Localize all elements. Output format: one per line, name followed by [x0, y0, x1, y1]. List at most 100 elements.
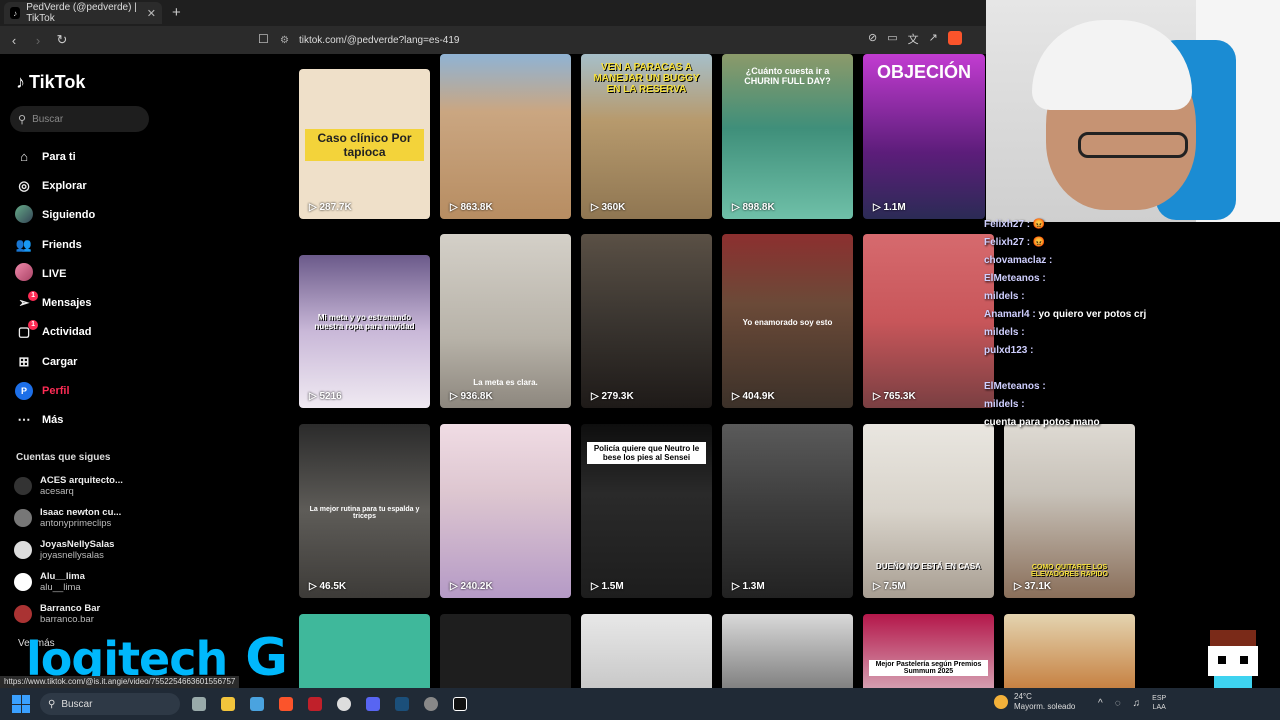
video-card[interactable]: Mi meta y yo estrenando nuestra ropa par…	[299, 255, 430, 408]
tiktok-logo[interactable]: ♪ TikTok	[16, 72, 85, 93]
taskbar-apps	[192, 697, 467, 711]
browser-tab[interactable]: ♪ PedVerde (@pedverde) | TikTok ✕	[4, 2, 162, 24]
upload-icon: ⊞	[18, 353, 30, 369]
video-card[interactable]: OBJECIÓN ▷ 1.1M	[863, 54, 985, 219]
video-card[interactable]	[1004, 614, 1135, 688]
forward-icon[interactable]: ›	[28, 33, 48, 48]
video-card[interactable]: DUEÑO NO ESTÁ EN CASA ▷ 7.5M	[863, 424, 994, 598]
nav-item-live[interactable]: LIVE	[14, 259, 95, 288]
obs-icon[interactable]	[308, 697, 322, 711]
home-icon: ⌂	[20, 149, 28, 165]
steam-icon[interactable]	[395, 697, 409, 711]
back-icon[interactable]: ‹	[4, 33, 24, 48]
following-item[interactable]: Isaac newton cu... antonyprimeclips	[14, 502, 123, 534]
following-item[interactable]: JoyasNellySalas joyasnellysalas	[14, 534, 123, 566]
url-field[interactable]: ⚙ tiktok.com/@pedverde?lang=es-419	[280, 30, 870, 50]
video-card[interactable]: ▷ 1.3M	[722, 424, 853, 598]
chat-line: cuenta para potos mano	[984, 417, 1100, 428]
following-item[interactable]: Barranco Bar barranco.bar	[14, 598, 123, 630]
chevron-up-icon[interactable]: ^	[1098, 698, 1103, 709]
search-input[interactable]: ⚲ Buscar	[10, 106, 149, 132]
taskbar-search[interactable]: ⚲ Buscar	[40, 693, 180, 715]
chat-line: chovamaclaz :	[984, 255, 1053, 266]
translate-icon[interactable]: 文	[908, 31, 919, 47]
video-card[interactable]: ▷ 863.8K	[440, 54, 571, 219]
following-item[interactable]: Alu__lima alu__lima	[14, 566, 123, 598]
sidebar-nav: ⌂ Para ti ◎ Explorar Siguiendo 👥 Friends…	[14, 142, 95, 435]
screenshot-icon[interactable]: ▭	[887, 31, 897, 47]
network-icon[interactable]: ◌	[1115, 698, 1121, 709]
logitech-g-icon: G	[245, 628, 288, 688]
weather-widget[interactable]: 24°C Mayorm. soleado	[994, 692, 1075, 712]
discord-icon[interactable]	[366, 697, 380, 711]
video-card[interactable]: Mejor Pastelería según Premios Summum 20…	[863, 614, 994, 688]
task-view-icon[interactable]	[192, 697, 206, 711]
video-card[interactable]: COMO QUITARTE LOS ELEVADORES RAPIDO ▷ 37…	[1004, 424, 1135, 598]
nav-item-friends[interactable]: 👥 Friends	[14, 230, 95, 259]
chat-line: ElMeteanos :	[984, 273, 1046, 284]
address-bar: ‹ › ↻ ⚙ tiktok.com/@pedverde?lang=es-419	[0, 26, 986, 54]
following-title: Cuentas que sigues	[16, 452, 111, 463]
compass-icon: ◎	[18, 177, 30, 193]
streamer-cap	[1032, 20, 1192, 110]
video-card[interactable]: Yo enamorado soy esto ▷ 404.9K	[722, 234, 853, 408]
new-tab-button[interactable]: +	[172, 4, 181, 21]
video-card[interactable]: ▷ 240.2K	[440, 424, 571, 598]
reader-icon[interactable]: ⊘	[868, 31, 877, 47]
nav-item-explorar[interactable]: ◎ Explorar	[14, 171, 95, 200]
system-tray: ^ ◌ ♫ ESP LAA	[1098, 694, 1166, 712]
account-avatar	[14, 573, 32, 591]
share-icon[interactable]: ↗	[929, 31, 938, 47]
nav-item-mensajes[interactable]: ➢ 1 Mensajes	[14, 288, 95, 317]
reload-icon[interactable]: ↻	[52, 32, 72, 48]
nav-item-perfil[interactable]: P Perfil	[14, 376, 95, 405]
video-card[interactable]: Caso clínico Por tapioca ▷ 287.7K	[299, 69, 430, 219]
video-card[interactable]	[581, 614, 712, 688]
brave-shield-icon[interactable]	[947, 31, 962, 45]
activity-badge: 1	[28, 320, 38, 331]
microphone-icon[interactable]: ♫	[1133, 698, 1141, 709]
tab-close-icon[interactable]: ✕	[147, 7, 156, 20]
chat-line: mildels :	[984, 291, 1025, 302]
nav-item-mas[interactable]: ⋯ Más	[14, 406, 95, 435]
video-card[interactable]	[722, 614, 853, 688]
github-icon[interactable]	[337, 697, 351, 711]
tab-title: PedVerde (@pedverde) | TikTok	[26, 2, 137, 24]
nav-item-siguiendo[interactable]: Siguiendo	[14, 201, 95, 230]
nav-item-para-ti[interactable]: ⌂ Para ti	[14, 142, 95, 171]
windows-taskbar: ⚲ Buscar 24°C Mayorm. soleado ^ ◌ ♫ ESP LA…	[0, 688, 1280, 720]
browser-tab-bar: ♪ PedVerde (@pedverde) | TikTok ✕ +	[0, 0, 986, 26]
video-card[interactable]	[299, 614, 430, 688]
nav-item-actividad[interactable]: ▢ 1 Actividad	[14, 318, 95, 347]
store-icon[interactable]	[250, 697, 264, 711]
capcut-icon[interactable]	[453, 697, 467, 711]
windows-start-icon[interactable]	[12, 695, 30, 713]
nav-item-cargar[interactable]: ⊞ Cargar	[14, 347, 95, 376]
search-icon: ⚲	[48, 698, 56, 710]
webcam-overlay	[986, 0, 1280, 222]
profile-avatar-icon: P	[14, 382, 34, 401]
chat-line: ElMeteanos :	[984, 381, 1046, 392]
video-card[interactable]: Policía quiere que Neutro le bese los pi…	[581, 424, 712, 598]
language-indicator[interactable]: ESP LAA	[1152, 694, 1166, 712]
file-explorer-icon[interactable]	[221, 697, 235, 711]
chat-line: Felixh27 : 😡	[984, 237, 1046, 248]
tiktok-sidebar: ♪ TikTok ⚲ Buscar ⌂ Para ti ◎ Explorar S…	[0, 54, 160, 688]
account-avatar	[14, 541, 32, 559]
video-card[interactable]: ▷ 279.3K	[581, 234, 712, 408]
following-item[interactable]: ACES arquitecto... acesarq	[14, 470, 123, 502]
bookmark-icon[interactable]: ☐	[258, 32, 269, 46]
settings-icon[interactable]	[424, 697, 438, 711]
chat-line: pulxd123 :	[984, 345, 1034, 356]
video-card[interactable]: La meta es clara. ▷ 936.8K	[440, 234, 571, 408]
video-card[interactable]: ▷ 765.3K	[863, 234, 994, 408]
chat-line: Anamarl4 : yo quiero ver potos crj	[984, 309, 1147, 320]
video-card[interactable]: VEN A PARACAS A MANEJAR UN BUGGY EN LA R…	[581, 54, 712, 219]
more-icon: ⋯	[17, 412, 31, 428]
status-bar-url: https://www.tiktok.com/@is.it.angie/vide…	[0, 676, 240, 688]
video-card[interactable]: La mejor rutina para tu espalda y tricep…	[299, 424, 430, 598]
site-info-icon[interactable]: ⚙	[280, 35, 289, 46]
video-card[interactable]	[440, 614, 571, 688]
video-card[interactable]: ¿Cuánto cuesta ir a CHURIN FULL DAY? ▷ 8…	[722, 54, 853, 219]
brave-browser-icon[interactable]	[279, 697, 293, 711]
